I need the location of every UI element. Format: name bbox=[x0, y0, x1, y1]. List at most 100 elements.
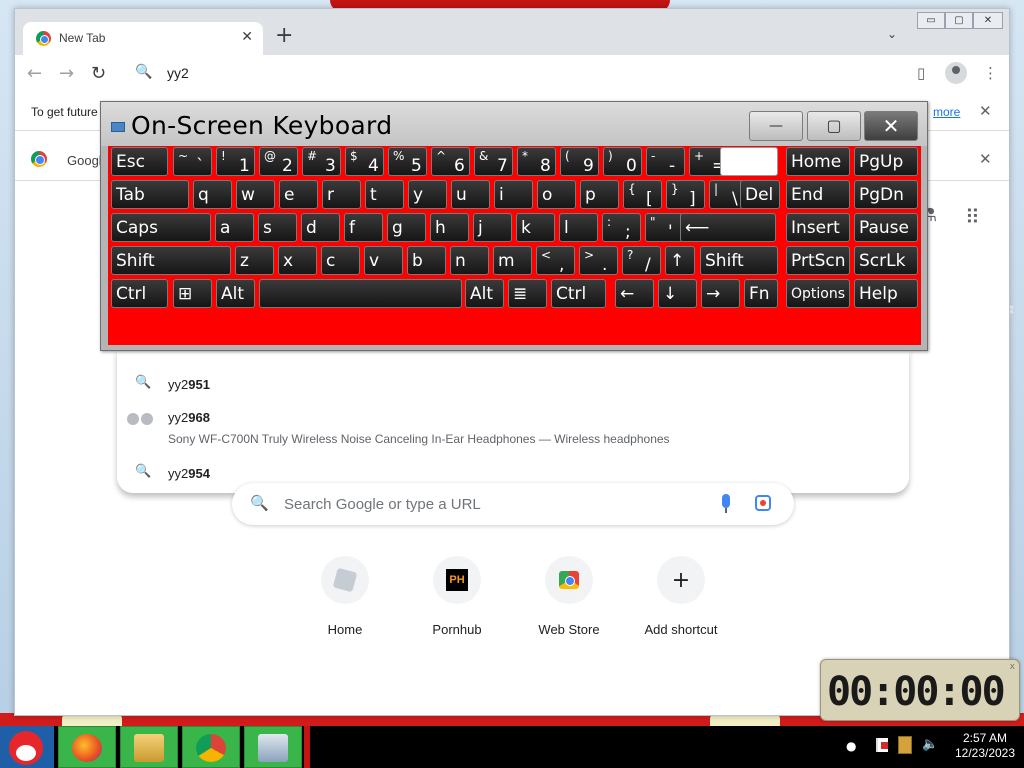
key--[interactable]: -- bbox=[646, 147, 685, 176]
key-'[interactable]: " ' bbox=[645, 213, 684, 242]
taskbar-file-explorer[interactable] bbox=[120, 726, 178, 768]
key-y[interactable]: y bbox=[408, 180, 447, 209]
key-backspace[interactable] bbox=[720, 147, 778, 176]
key-r[interactable]: r bbox=[322, 180, 361, 209]
osk-restore-button[interactable]: ▢ bbox=[807, 111, 861, 141]
key-1[interactable]: ! 1 bbox=[216, 147, 255, 176]
key-j[interactable]: j bbox=[473, 213, 512, 242]
timer-close-icon[interactable]: x bbox=[1010, 662, 1015, 672]
key-page-down[interactable]: PgDn bbox=[854, 180, 918, 209]
google-lens-icon[interactable] bbox=[755, 495, 771, 511]
key-8[interactable]: * 8 bbox=[517, 147, 556, 176]
google-bar-close-icon[interactable]: ✕ bbox=[979, 150, 992, 168]
key-6[interactable]: ^ 6 bbox=[431, 147, 470, 176]
key-.[interactable]: >. bbox=[579, 246, 618, 275]
key-enter[interactable]: ⟵ bbox=[680, 213, 776, 242]
key-c[interactable]: c bbox=[321, 246, 360, 275]
window-restore-button[interactable]: ▢ bbox=[945, 12, 973, 29]
taskbar-clock[interactable]: 2:57 AM 12/23/2023 bbox=[950, 731, 1020, 761]
key-arrow-right[interactable]: → bbox=[701, 279, 740, 308]
key-l[interactable]: l bbox=[559, 213, 598, 242]
key-d[interactable]: d bbox=[301, 213, 340, 242]
address-bar[interactable]: 🔍 yy2 bbox=[117, 57, 909, 89]
key-options[interactable]: Options bbox=[786, 279, 850, 308]
key-shift[interactable]: Shift bbox=[111, 246, 231, 275]
key-`[interactable]: ~ ` bbox=[173, 147, 212, 176]
key-ctrl[interactable]: Ctrl bbox=[551, 279, 606, 308]
network-icon[interactable] bbox=[898, 736, 912, 754]
volume-icon[interactable]: 🔈 bbox=[922, 737, 938, 752]
start-button[interactable] bbox=[0, 726, 54, 768]
search-placeholder[interactable]: Search Google or type a URL bbox=[284, 496, 481, 513]
shortcut-home[interactable]: Home bbox=[295, 554, 395, 654]
new-tab-button[interactable]: + bbox=[275, 25, 293, 47]
key-insert[interactable]: Insert bbox=[786, 213, 850, 242]
key-w[interactable]: w bbox=[236, 180, 275, 209]
reload-icon[interactable]: ↻ bbox=[91, 63, 106, 84]
key-arrow-left[interactable]: ← bbox=[615, 279, 654, 308]
key-/[interactable]: ? / bbox=[622, 246, 661, 275]
address-input[interactable]: yy2 bbox=[167, 65, 189, 81]
key-4[interactable]: $4 bbox=[345, 147, 384, 176]
window-minimize-button[interactable]: ▭ bbox=[917, 12, 945, 29]
key-page-up[interactable]: PgUp bbox=[854, 147, 918, 176]
side-panel-icon[interactable]: ▯ bbox=[917, 64, 925, 82]
key-g[interactable]: g bbox=[387, 213, 426, 242]
apps-grid-icon[interactable]: ⠿ bbox=[965, 205, 980, 229]
key-b[interactable]: b bbox=[407, 246, 446, 275]
back-icon[interactable]: ← bbox=[27, 63, 42, 84]
key-p[interactable]: p bbox=[580, 180, 619, 209]
key-,[interactable]: <, bbox=[536, 246, 575, 275]
key-print-screen[interactable]: PrtScn bbox=[786, 246, 850, 275]
key-m[interactable]: m bbox=[493, 246, 532, 275]
osk-minimize-button[interactable]: — bbox=[749, 111, 803, 141]
taskbar-firefox[interactable] bbox=[58, 726, 116, 768]
microphone-icon[interactable] bbox=[722, 494, 730, 513]
key-arrow-up[interactable]: ↑ bbox=[665, 246, 695, 275]
shortcut-web-store[interactable]: Web Store bbox=[519, 554, 619, 654]
key-windows[interactable]: ⊞ bbox=[173, 279, 212, 308]
key-a[interactable]: a bbox=[215, 213, 254, 242]
key-tab[interactable]: Tab bbox=[111, 180, 189, 209]
google-search-box[interactable]: 🔍 Search Google or type a URL bbox=[232, 483, 794, 525]
taskbar-chrome[interactable] bbox=[182, 726, 240, 768]
key-space[interactable] bbox=[259, 279, 462, 308]
key-[[interactable]: {[ bbox=[623, 180, 662, 209]
osk-close-button[interactable]: ✕ bbox=[864, 111, 918, 141]
key-e[interactable]: e bbox=[279, 180, 318, 209]
key-s[interactable]: s bbox=[258, 213, 297, 242]
key-q[interactable]: q bbox=[193, 180, 232, 209]
profile-avatar-icon[interactable] bbox=[945, 62, 967, 84]
tray-dot-icon[interactable]: ● bbox=[846, 739, 856, 753]
window-close-button[interactable]: ✕ bbox=[973, 12, 1003, 29]
key-n[interactable]: n bbox=[450, 246, 489, 275]
tab-new-tab[interactable]: New Tab ✕ bbox=[23, 22, 263, 55]
key-t[interactable]: t bbox=[365, 180, 404, 209]
key-z[interactable]: z bbox=[235, 246, 274, 275]
key-v[interactable]: v bbox=[364, 246, 403, 275]
key-f[interactable]: f bbox=[344, 213, 383, 242]
key-delete[interactable]: Del bbox=[740, 180, 780, 209]
key-alt[interactable]: Alt bbox=[216, 279, 255, 308]
key-k[interactable]: k bbox=[516, 213, 555, 242]
key-arrow-down[interactable]: ↓ bbox=[658, 279, 697, 308]
key-o[interactable]: o bbox=[537, 180, 576, 209]
osk-titlebar[interactable]: On-Screen Keyboard — ▢ ✕ bbox=[101, 102, 927, 146]
key-caps-lock[interactable]: Caps bbox=[111, 213, 211, 242]
key-shift[interactable]: Shift bbox=[700, 246, 778, 275]
shortcut-pornhub[interactable]: PH Pornhub bbox=[407, 554, 507, 654]
key-5[interactable]: % 5 bbox=[388, 147, 427, 176]
key-;[interactable]: :; bbox=[602, 213, 641, 242]
info-bar-close-icon[interactable]: ✕ bbox=[979, 102, 992, 120]
key-escape[interactable]: Esc bbox=[111, 147, 168, 176]
key-help[interactable]: Help bbox=[854, 279, 918, 308]
key-3[interactable]: #3 bbox=[302, 147, 341, 176]
shortcut-add[interactable]: + Add shortcut bbox=[631, 554, 731, 654]
key-i[interactable]: i bbox=[494, 180, 533, 209]
key-h[interactable]: h bbox=[430, 213, 469, 242]
suggestion-item[interactable]: 🔍 yy2954 bbox=[117, 455, 909, 481]
key-home[interactable]: Home bbox=[786, 147, 850, 176]
key-9[interactable]: (9 bbox=[560, 147, 599, 176]
key-scroll-lock[interactable]: ScrLk bbox=[854, 246, 918, 275]
key-x[interactable]: x bbox=[278, 246, 317, 275]
